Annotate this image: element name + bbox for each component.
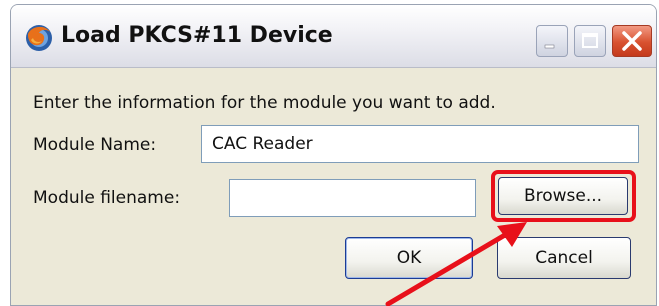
- annotation-arrow: [385, 222, 527, 306]
